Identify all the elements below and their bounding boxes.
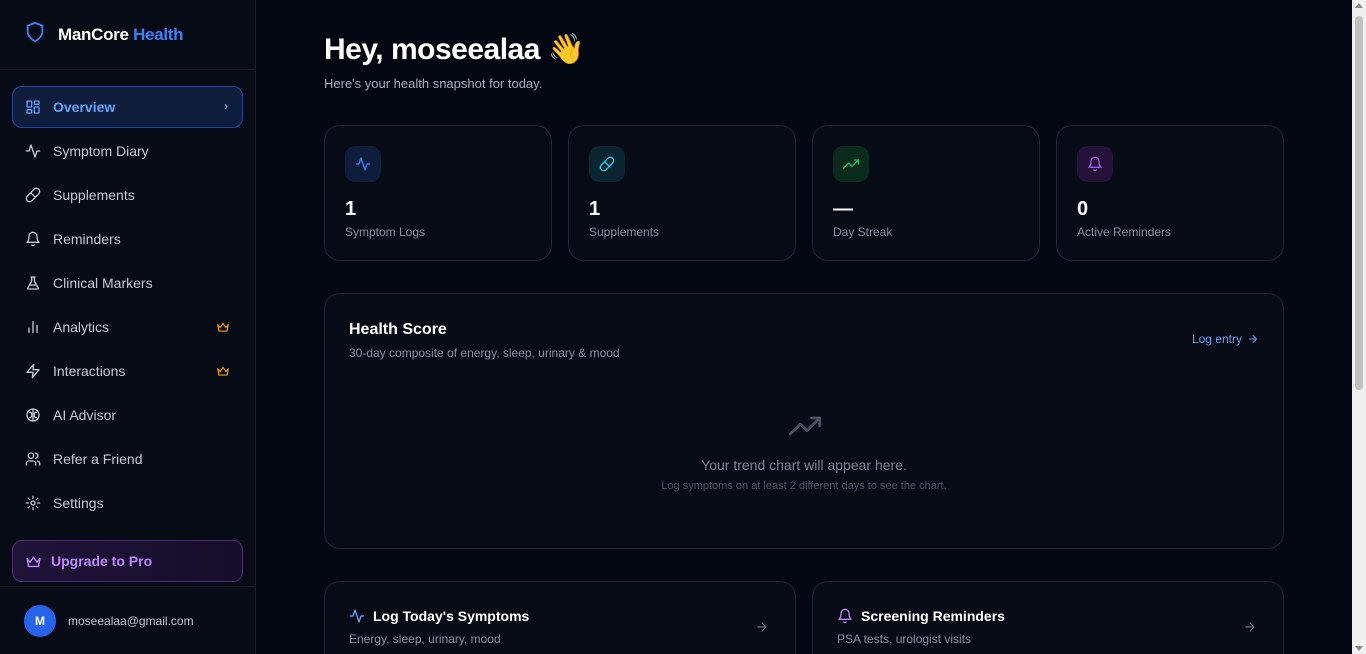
brain-icon (25, 407, 41, 423)
brand-name: ManCore Health (58, 24, 184, 45)
sidebar-item-label: Symptom Diary (53, 143, 149, 159)
screening-reminders-card[interactable]: Screening Reminders PSA tests, urologist… (812, 581, 1284, 654)
crown-icon (217, 322, 229, 332)
user-email: moseealaa@gmail.com (68, 613, 194, 628)
main-content: Hey, moseealaa 👋 Here's your health snap… (256, 0, 1366, 654)
app-root: ManCore Health Overview › Symptom Diary (0, 0, 1366, 654)
activity-icon (25, 143, 41, 159)
sidebar: ManCore Health Overview › Symptom Diary (0, 0, 256, 654)
flask-icon (25, 275, 41, 291)
bell-icon (838, 608, 852, 624)
activity-icon (349, 609, 365, 623)
sidebar-item-label: Overview (53, 99, 116, 115)
stat-label: Day Streak (833, 225, 893, 239)
sidebar-item-reminders[interactable]: Reminders (12, 218, 243, 260)
quick-card-title: Log Today's Symptoms (349, 608, 529, 624)
log-entry-link[interactable]: Log entry (1192, 332, 1259, 346)
users-icon (25, 451, 41, 467)
crown-icon (26, 556, 41, 567)
bell-icon (25, 231, 41, 247)
bell-icon (1077, 146, 1113, 182)
sidebar-item-label: AI Advisor (53, 407, 117, 423)
stat-card-supplements[interactable]: 1 Supplements (568, 125, 796, 261)
avatar: M (24, 604, 56, 637)
stat-label: Active Reminders (1077, 225, 1172, 239)
upgrade-to-pro-button[interactable]: Upgrade to Pro (12, 540, 243, 582)
sidebar-item-refer-a-friend[interactable]: Refer a Friend (12, 438, 243, 480)
sidebar-item-label: Interactions (53, 363, 126, 379)
stat-value: 0 (1077, 198, 1089, 220)
arrow-right-icon (1245, 622, 1255, 632)
pill-icon (589, 146, 625, 182)
sidebar-item-label: Supplements (53, 187, 135, 203)
scroll-down-arrow[interactable] (1355, 646, 1363, 651)
chart-empty-subtitle: Log symptoms on at least 2 different day… (661, 480, 947, 492)
stat-card-day-streak[interactable]: — Day Streak (812, 125, 1040, 261)
vertical-scrollbar[interactable] (1352, 0, 1366, 654)
stat-label: Supplements (589, 225, 660, 239)
page-subtitle: Here's your health snapshot for today. (324, 76, 543, 91)
bar-chart-icon (25, 319, 41, 335)
sidebar-item-supplements[interactable]: Supplements (12, 174, 243, 216)
stat-value: — (833, 198, 853, 220)
quick-card-subtitle: PSA tests, urologist visits (837, 632, 972, 646)
sidebar-item-symptom-diary[interactable]: Symptom Diary (12, 130, 243, 172)
stat-card-active-reminders[interactable]: 0 Active Reminders (1056, 125, 1284, 261)
shield-icon (24, 21, 58, 48)
brand-name-part1: ManCore (58, 24, 129, 44)
sidebar-item-settings[interactable]: Settings (12, 482, 243, 524)
sidebar-nav: Overview › Symptom Diary Supplements Rem… (0, 70, 255, 524)
quick-card-title-text: Log Today's Symptoms (373, 608, 530, 624)
sidebar-item-label: Analytics (53, 319, 110, 335)
stat-label: Symptom Logs (345, 225, 426, 239)
pill-icon (25, 187, 41, 203)
activity-icon (345, 146, 381, 182)
zap-icon (25, 363, 41, 379)
log-entry-label: Log entry (1191, 332, 1242, 346)
sidebar-item-label: Reminders (53, 231, 121, 247)
sidebar-item-label: Clinical Markers (53, 275, 153, 291)
chevron-right-icon: › (224, 99, 228, 113)
page-title: Hey, moseealaa 👋 (324, 33, 585, 66)
chart-empty-title: Your trend chart will appear here. (701, 457, 907, 473)
stat-value: 1 (345, 198, 357, 220)
stat-value: 1 (589, 198, 601, 220)
sidebar-item-overview[interactable]: Overview › (12, 86, 243, 128)
scrollbar-thumb[interactable] (1355, 16, 1363, 390)
health-score-card: Health Score 30-day composite of energy,… (324, 293, 1284, 549)
user-profile[interactable]: M moseealaa@gmail.com (0, 586, 255, 654)
trending-up-icon (833, 146, 869, 182)
brand-name-part2: Health (133, 24, 184, 44)
grid-icon (25, 99, 41, 115)
sidebar-item-clinical-markers[interactable]: Clinical Markers (12, 262, 243, 304)
sidebar-item-label: Settings (53, 495, 104, 511)
upgrade-label: Upgrade to Pro (51, 553, 153, 569)
sidebar-item-label: Refer a Friend (53, 451, 143, 467)
sidebar-item-interactions[interactable]: Interactions (12, 350, 243, 392)
log-symptoms-card[interactable]: Log Today's Symptoms Energy, sleep, urin… (324, 581, 796, 654)
sidebar-item-ai-advisor[interactable]: AI Advisor (12, 394, 243, 436)
stat-card-symptom-logs[interactable]: 1 Symptom Logs (324, 125, 552, 261)
health-score-title: Health Score (349, 321, 447, 338)
arrow-right-icon (1249, 335, 1257, 343)
quick-card-subtitle: Energy, sleep, urinary, mood (349, 632, 501, 646)
quick-card-title-text: Screening Reminders (861, 608, 1005, 624)
gear-icon (25, 495, 41, 511)
sidebar-item-analytics[interactable]: Analytics (12, 306, 243, 348)
arrow-right-icon (757, 622, 767, 632)
crown-icon (217, 366, 229, 376)
quick-card-title: Screening Reminders (837, 608, 1005, 624)
brand[interactable]: ManCore Health (0, 0, 255, 70)
scroll-up-arrow[interactable] (1355, 3, 1363, 8)
health-score-subtitle: 30-day composite of energy, sleep, urina… (349, 346, 620, 360)
trending-up-icon (789, 416, 821, 436)
